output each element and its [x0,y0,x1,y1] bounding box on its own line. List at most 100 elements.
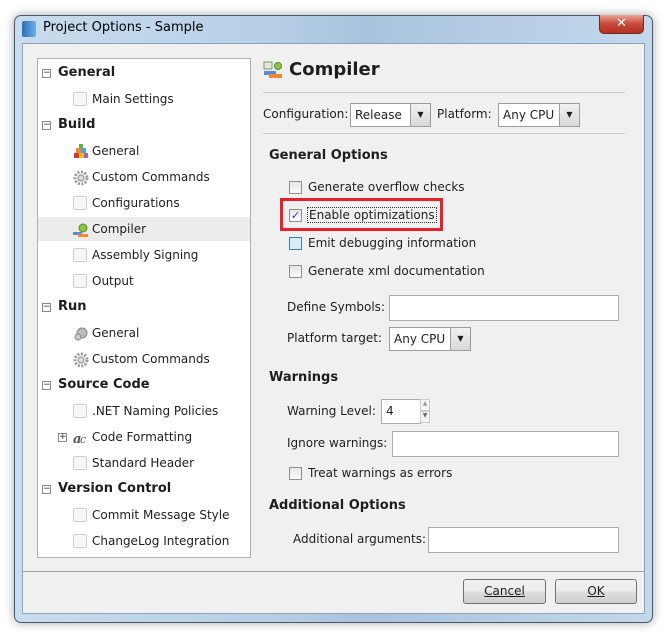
warning-level-spinner[interactable]: 4 [381,399,421,424]
gear-icon [73,170,89,186]
platform-target-label: Platform target: [287,331,382,345]
configuration-select[interactable]: Release ▼ [350,103,431,127]
tree-item-label: Configurations [92,196,180,210]
app-icon [22,21,36,37]
tree-item-source-code[interactable]: − Source Code [38,373,250,397]
tree-header-label: Source Code [58,377,150,392]
blank-icon [73,274,87,288]
compiler-header-icon [263,61,283,79]
ok-button[interactable]: OK [555,579,637,604]
close-button[interactable]: ✕ [599,15,644,34]
tree-item-main-settings[interactable]: Main Settings [38,87,250,111]
warning-level-label: Warning Level: [287,404,376,418]
collapse-icon[interactable]: − [42,69,51,78]
blank-icon [73,92,87,106]
tree-item-standard-header[interactable]: Standard Header [38,451,250,475]
tree-item-build[interactable]: − Build [38,113,250,137]
tree-item-general[interactable]: General [38,139,250,163]
additional-arguments-input[interactable] [428,527,619,553]
tree-item-configurations[interactable]: Configurations [38,191,250,215]
highlight-box [280,198,443,231]
platform-target-select[interactable]: Any CPU ▼ [389,327,471,351]
ok-label: OK [587,584,605,598]
collapse-icon[interactable]: − [42,485,51,494]
treat-warnings-label[interactable]: Treat warnings as errors [308,466,452,480]
collapse-icon[interactable]: − [42,121,51,130]
tree-item-label: .NET Naming Policies [92,404,219,418]
chevron-down-icon[interactable]: ▼ [410,104,430,126]
tree-header-label: General [58,65,116,80]
expand-icon[interactable]: + [58,433,67,442]
window-title: Project Options - Sample [43,20,204,35]
checkbox-emit-debugging-information[interactable] [289,237,302,250]
platform-target-value: Any CPU [394,332,446,346]
build-blocks-icon [73,144,88,158]
treat-warnings-checkbox[interactable] [289,467,302,480]
tree-item-label: Code Formatting [92,430,193,444]
collapse-icon[interactable]: − [42,303,51,312]
tree-item-custom-commands[interactable]: Custom Commands [38,347,250,371]
define-symbols-label: Define Symbols: [287,300,385,314]
additional-arguments-label: Additional arguments: [293,532,427,546]
platform-select[interactable]: Any CPU ▼ [498,103,580,127]
run-gear-icon [73,326,88,341]
blank-icon [73,508,87,522]
tree-item-net-naming-policies[interactable]: .NET Naming Policies [38,399,250,423]
checkbox-generate-overflow-checks[interactable] [289,181,302,194]
platform-value: Any CPU [503,108,555,122]
tree-item-label: General [92,144,140,158]
collapse-icon[interactable]: − [42,381,51,390]
checkbox-generate-xml-documentation[interactable] [289,265,302,278]
blank-icon [73,248,87,262]
tree-item-general[interactable]: General [38,321,250,345]
section-warnings: Warnings [269,370,339,385]
checkbox-label[interactable]: Emit debugging information [308,236,476,250]
tree-item-code-formatting[interactable]: + a c Code Formatting [38,425,250,449]
tree-item-commit-message-style[interactable]: Commit Message Style [38,503,250,527]
tree-header-label: Build [58,117,96,132]
divider [263,133,625,134]
divider [23,571,644,572]
tree-item-compiler[interactable]: Compiler [38,217,250,241]
cancel-button[interactable]: Cancel [463,579,546,604]
ignore-warnings-input[interactable] [392,431,619,457]
tree-item-label: ChangeLog Integration [92,534,230,548]
tree-item-label: General [92,326,140,340]
tree-item-custom-commands[interactable]: Custom Commands [38,165,250,189]
chevron-down-icon[interactable]: ▼ [559,104,579,126]
checkbox-label[interactable]: Generate overflow checks [308,180,465,194]
spin-up-icon[interactable]: ▲ [420,399,430,411]
platform-label: Platform: [437,107,492,121]
tree-item-output[interactable]: Output [38,269,250,293]
spin-down-icon[interactable]: ▼ [420,411,430,423]
tree-item-assembly-signing[interactable]: Assembly Signing [38,243,250,267]
chevron-down-icon[interactable]: ▼ [450,328,470,350]
tree-item-changelog-integration[interactable]: ChangeLog Integration [38,529,250,553]
configuration-label: Configuration: [263,107,349,121]
gear-icon [73,352,89,368]
tree-item-label: Standard Header [92,456,195,470]
divider [263,92,625,93]
svg-text:c: c [80,433,86,446]
tree-item-label: Assembly Signing [92,248,199,262]
code-format-icon: ac [73,430,87,447]
tree-header-label: Run [58,299,87,314]
tree-item-label: Custom Commands [92,170,210,184]
section-additional-options: Additional Options [269,498,406,513]
blank-icon [73,196,87,210]
blank-icon [73,534,87,548]
options-tree[interactable]: − General Main Settings − Build General Custom… [37,58,251,558]
tree-item-run[interactable]: − Run [38,295,250,319]
tree-item-label: Output [92,274,134,288]
checkbox-label[interactable]: Generate xml documentation [308,264,485,278]
ignore-warnings-label: Ignore warnings: [287,436,388,450]
configuration-value: Release [355,108,402,122]
tree-item-label: Compiler [92,222,147,236]
tree-item-general[interactable]: − General [38,61,250,85]
tree-item-label: Custom Commands [92,352,210,366]
tree-header-label: Version Control [58,481,172,496]
tree-item-version-control[interactable]: − Version Control [38,477,250,501]
tree-item-label: Main Settings [92,92,174,106]
define-symbols-input[interactable] [389,295,619,321]
compiler-icon [73,222,88,237]
